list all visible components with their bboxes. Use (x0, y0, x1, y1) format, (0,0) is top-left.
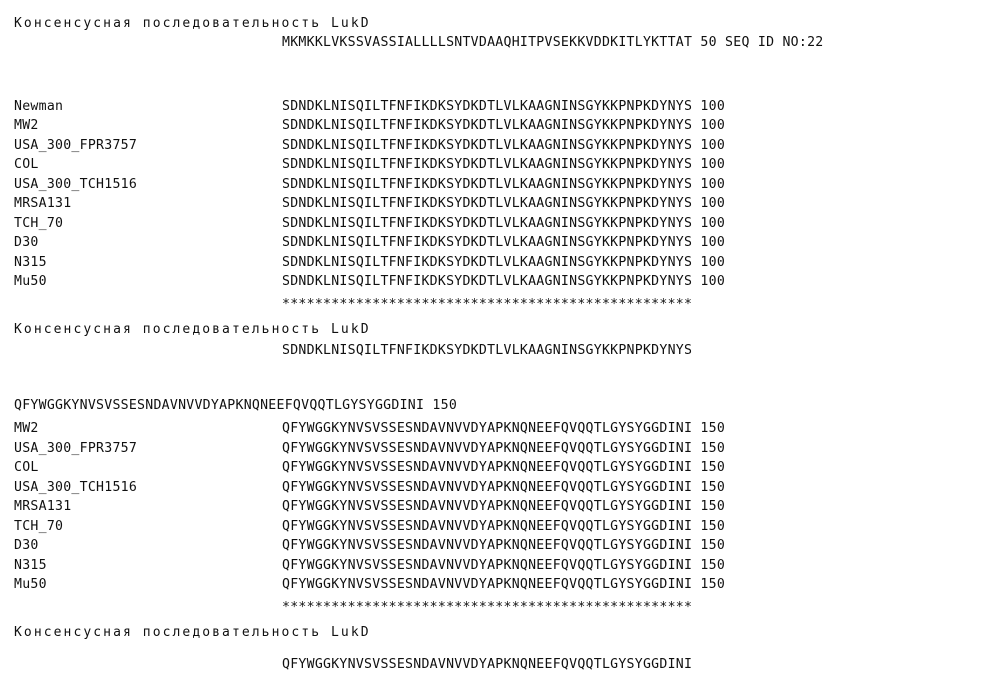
block2-strain-label-mu50: Mu50 (14, 577, 47, 592)
block2-header-sequence: QFYWGGKYNVSVSSESNDAVNVVDYAPKNQNEEFQVQQTL… (14, 398, 425, 413)
block2-sequence-row-usa-300-fpr3757: QFYWGGKYNVSVSSESNDAVNVVDYAPKNQNEEFQVQQTL… (282, 439, 725, 458)
block1-strain-label-usa-300-fpr3757: USA_300_FPR3757 (14, 138, 138, 153)
block2-sequence-row-n315: QFYWGGKYNVSVSSESNDAVNVVDYAPKNQNEEFQVQQTL… (282, 556, 725, 575)
sequence-residues: QFYWGGKYNVSVSSESNDAVNVVDYAPKNQNEEFQVQQTL… (282, 538, 693, 553)
block1-sequence-row-mrsa131: SDNDKLNISQILTFNFIKDKSYDKDTLVLKAAGNINSGYK… (282, 194, 725, 213)
block1-sequence-row-n315: SDNDKLNISQILTFNFIKDKSYDKDTLVLKAAGNINSGYK… (282, 253, 725, 272)
sequence-position: 150 (700, 577, 726, 592)
sequence-residues: SDNDKLNISQILTFNFIKDKSYDKDTLVLKAAGNINSGYK… (282, 177, 693, 192)
block1-consensus-heading: Консенсусная последовательность LukD (14, 16, 371, 31)
block2-strain-label-mrsa131: MRSA131 (14, 499, 72, 514)
sequence-residues: QFYWGGKYNVSVSSESNDAVNVVDYAPKNQNEEFQVQQTL… (282, 480, 693, 495)
sequence-residues: SDNDKLNISQILTFNFIKDKSYDKDTLVLKAAGNINSGYK… (282, 235, 693, 250)
block2-strain-label-tch-70: TCH_70 (14, 519, 64, 534)
block2-consensus-sequence: QFYWGGKYNVSVSSESNDAVNVVDYAPKNQNEEFQVQQTL… (282, 657, 693, 672)
block2-strain-label-n315: N315 (14, 558, 47, 573)
block1-strain-label-newman: Newman (14, 99, 64, 114)
sequence-residues: QFYWGGKYNVSVSSESNDAVNVVDYAPKNQNEEFQVQQTL… (282, 577, 693, 592)
block2-header-sequence-line: QFYWGGKYNVSVSSESNDAVNVVDYAPKNQNEEFQVQQTL… (14, 396, 457, 415)
block1-sequence-row-usa-300-tch1516: SDNDKLNISQILTFNFIKDKSYDKDTLVLKAAGNINSGYK… (282, 175, 725, 194)
sequence-position: 100 (700, 274, 726, 289)
block1-header-sequence-line: MKMKKLVKSSVASSIALLLLSNTVDAAQHITPVSEKKVDD… (282, 33, 824, 52)
block2-conservation-line: ****************************************… (282, 600, 693, 615)
sequence-position: 150 (700, 558, 726, 573)
sequence-position: 150 (700, 421, 726, 436)
sequence-residues: SDNDKLNISQILTFNFIKDKSYDKDTLVLKAAGNINSGYK… (282, 118, 693, 133)
block1-sequence-row-mu50: SDNDKLNISQILTFNFIKDKSYDKDTLVLKAAGNINSGYK… (282, 272, 725, 291)
block1-strain-label-tch-70: TCH_70 (14, 216, 64, 231)
block1-strain-label-d30: D30 (14, 235, 39, 250)
block1-strain-label-col: COL (14, 157, 39, 172)
block1-consensus-heading-bottom: Консенсусная последовательность LukD (14, 322, 371, 337)
block1-strain-label-mrsa131: MRSA131 (14, 196, 72, 211)
sequence-position: 100 (700, 255, 726, 270)
block1-sequence-row-d30: SDNDKLNISQILTFNFIKDKSYDKDTLVLKAAGNINSGYK… (282, 233, 725, 252)
block2-sequence-row-d30: QFYWGGKYNVSVSSESNDAVNVVDYAPKNQNEEFQVQQTL… (282, 536, 725, 555)
block2-sequence-row-mw2: QFYWGGKYNVSVSSESNDAVNVVDYAPKNQNEEFQVQQTL… (282, 419, 725, 438)
document-page: Консенсусная последовательность LukD MKM… (0, 0, 1000, 681)
block1-sequence-row-usa-300-fpr3757: SDNDKLNISQILTFNFIKDKSYDKDTLVLKAAGNINSGYK… (282, 136, 725, 155)
sequence-residues: SDNDKLNISQILTFNFIKDKSYDKDTLVLKAAGNINSGYK… (282, 216, 693, 231)
block1-conservation-line: ****************************************… (282, 297, 693, 312)
sequence-residues: SDNDKLNISQILTFNFIKDKSYDKDTLVLKAAGNINSGYK… (282, 196, 693, 211)
sequence-position: 100 (700, 216, 726, 231)
block1-strain-label-mw2: MW2 (14, 118, 39, 133)
block1-strain-label-n315: N315 (14, 255, 47, 270)
block1-strain-label-usa-300-tch1516: USA_300_TCH1516 (14, 177, 138, 192)
sequence-residues: QFYWGGKYNVSVSSESNDAVNVVDYAPKNQNEEFQVQQTL… (282, 441, 693, 456)
sequence-position: 100 (700, 157, 726, 172)
block2-sequence-row-mu50: QFYWGGKYNVSVSSESNDAVNVVDYAPKNQNEEFQVQQTL… (282, 575, 725, 594)
sequence-residues: SDNDKLNISQILTFNFIKDKSYDKDTLVLKAAGNINSGYK… (282, 274, 693, 289)
sequence-position: 150 (700, 519, 726, 534)
sequence-position: 100 (700, 99, 726, 114)
block1-header-annotation: SEQ ID NO:22 (725, 35, 824, 50)
sequence-residues: QFYWGGKYNVSVSSESNDAVNVVDYAPKNQNEEFQVQQTL… (282, 460, 693, 475)
sequence-position: 150 (700, 538, 726, 553)
block2-strain-label-usa-300-fpr3757: USA_300_FPR3757 (14, 441, 138, 456)
block2-strain-label-mw2: MW2 (14, 421, 39, 436)
sequence-position: 100 (700, 177, 726, 192)
sequence-residues: SDNDKLNISQILTFNFIKDKSYDKDTLVLKAAGNINSGYK… (282, 255, 693, 270)
block1-header-sequence: MKMKKLVKSSVASSIALLLLSNTVDAAQHITPVSEKKVDD… (282, 35, 693, 50)
sequence-position: 100 (700, 196, 726, 211)
block2-sequence-row-tch-70: QFYWGGKYNVSVSSESNDAVNVVDYAPKNQNEEFQVQQTL… (282, 517, 725, 536)
block1-sequence-row-col: SDNDKLNISQILTFNFIKDKSYDKDTLVLKAAGNINSGYK… (282, 155, 725, 174)
block2-sequence-row-mrsa131: QFYWGGKYNVSVSSESNDAVNVVDYAPKNQNEEFQVQQTL… (282, 497, 725, 516)
block1-sequence-row-mw2: SDNDKLNISQILTFNFIKDKSYDKDTLVLKAAGNINSGYK… (282, 116, 725, 135)
sequence-position: 150 (700, 480, 726, 495)
sequence-residues: QFYWGGKYNVSVSSESNDAVNVVDYAPKNQNEEFQVQQTL… (282, 499, 693, 514)
block1-sequence-row-newman: SDNDKLNISQILTFNFIKDKSYDKDTLVLKAAGNINSGYK… (282, 97, 725, 116)
block2-sequence-row-col: QFYWGGKYNVSVSSESNDAVNVVDYAPKNQNEEFQVQQTL… (282, 458, 725, 477)
sequence-residues: QFYWGGKYNVSVSSESNDAVNVVDYAPKNQNEEFQVQQTL… (282, 421, 693, 436)
sequence-position: 150 (700, 441, 726, 456)
sequence-position: 150 (700, 499, 726, 514)
sequence-residues: SDNDKLNISQILTFNFIKDKSYDKDTLVLKAAGNINSGYK… (282, 99, 693, 114)
block2-sequence-row-usa-300-tch1516: QFYWGGKYNVSVSSESNDAVNVVDYAPKNQNEEFQVQQTL… (282, 478, 725, 497)
sequence-position: 100 (700, 118, 726, 133)
sequence-residues: QFYWGGKYNVSVSSESNDAVNVVDYAPKNQNEEFQVQQTL… (282, 558, 693, 573)
block2-consensus-heading-bottom: Консенсусная последовательность LukD (14, 625, 371, 640)
sequence-residues: SDNDKLNISQILTFNFIKDKSYDKDTLVLKAAGNINSGYK… (282, 138, 693, 153)
block2-strain-label-usa-300-tch1516: USA_300_TCH1516 (14, 480, 138, 495)
block1-header-position: 50 (700, 35, 717, 50)
block1-consensus-sequence: SDNDKLNISQILTFNFIKDKSYDKDTLVLKAAGNINSGYK… (282, 343, 693, 358)
sequence-residues: SDNDKLNISQILTFNFIKDKSYDKDTLVLKAAGNINSGYK… (282, 157, 693, 172)
sequence-position: 100 (700, 138, 726, 153)
block1-strain-label-mu50: Mu50 (14, 274, 47, 289)
block2-header-position: 150 (432, 398, 458, 413)
sequence-residues: QFYWGGKYNVSVSSESNDAVNVVDYAPKNQNEEFQVQQTL… (282, 519, 693, 534)
block1-sequence-row-tch-70: SDNDKLNISQILTFNFIKDKSYDKDTLVLKAAGNINSGYK… (282, 214, 725, 233)
sequence-position: 100 (700, 235, 726, 250)
block2-strain-label-col: COL (14, 460, 39, 475)
sequence-position: 150 (700, 460, 726, 475)
block2-strain-label-d30: D30 (14, 538, 39, 553)
